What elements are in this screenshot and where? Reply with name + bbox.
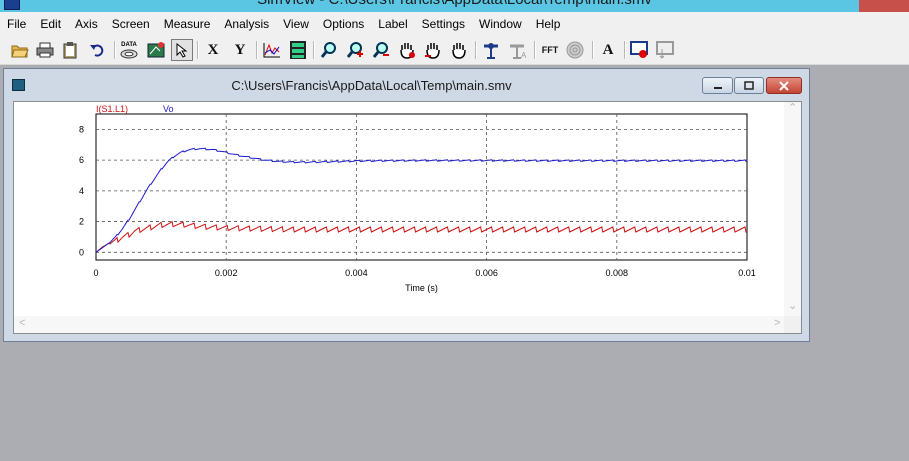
zoom-icon[interactable]	[318, 39, 340, 61]
x-tick-label: 0.006	[475, 268, 498, 278]
text-icon[interactable]: A	[597, 39, 619, 61]
x-tick-label: 0.01	[738, 268, 756, 278]
scroll-up-icon[interactable]: ⌃	[788, 101, 797, 114]
vertical-scrollbar[interactable]: ⌃ ⌄	[784, 102, 801, 317]
app-close-button[interactable]	[859, 0, 909, 12]
menu-file[interactable]: File	[0, 12, 33, 36]
menu-view[interactable]: View	[276, 12, 316, 36]
zoom-in-icon[interactable]	[344, 39, 366, 61]
y-tick-label: 4	[79, 186, 84, 196]
size-grip[interactable]	[784, 316, 801, 333]
svg-text:A: A	[521, 51, 527, 59]
minimize-icon	[713, 86, 722, 89]
menu-axis[interactable]: Axis	[68, 12, 105, 36]
menu-window[interactable]: Window	[472, 12, 529, 36]
restore-icon	[744, 80, 754, 90]
select-arrow-icon[interactable]	[171, 39, 193, 61]
menu-analysis[interactable]: Analysis	[217, 12, 276, 36]
clipboard-icon[interactable]	[59, 39, 81, 61]
menu-edit[interactable]: Edit	[33, 12, 68, 36]
menu-options[interactable]: Options	[316, 12, 371, 36]
x-tick-label: 0.004	[345, 268, 368, 278]
menu-screen[interactable]: Screen	[105, 12, 157, 36]
scroll-down-icon[interactable]: ⌄	[788, 299, 797, 312]
marker-icon[interactable]	[480, 39, 502, 61]
undo-icon[interactable]	[86, 39, 108, 61]
chart-icon[interactable]	[261, 39, 283, 61]
series-i-s1-l1-line	[95, 220, 748, 253]
menu-help[interactable]: Help	[529, 12, 568, 36]
document-titlebar: C:\Users\Francis\AppData\Local\Temp\main…	[4, 69, 809, 99]
record-icon[interactable]	[629, 39, 651, 61]
app-titlebar: SimView - C:\Users\Francis\AppData\Local…	[0, 0, 909, 12]
spectrum-icon[interactable]	[564, 39, 586, 61]
text-marker-icon[interactable]: A	[506, 39, 528, 61]
app-title: SimView - C:\Users\Francis\AppData\Local…	[0, 0, 909, 8]
menu-label[interactable]: Label	[371, 12, 414, 36]
document-window: C:\Users\Francis\AppData\Local\Temp\main…	[3, 68, 810, 342]
x-tick-label: 0.008	[606, 268, 629, 278]
x-tick-label: 0.002	[215, 268, 238, 278]
menu-settings[interactable]: Settings	[415, 12, 472, 36]
document-title: C:\Users\Francis\AppData\Local\Temp\main…	[231, 78, 512, 93]
print-icon[interactable]	[34, 39, 56, 61]
maximize-button[interactable]	[734, 77, 764, 94]
series-vo-line	[95, 147, 748, 253]
close-button[interactable]	[766, 77, 802, 94]
waveform-chart[interactable]: 0 0.002 0.004 0.006 0.008 0.01 0 2 4 6 8 Time (s) I(…	[14, 102, 784, 316]
fft-icon[interactable]: FFT	[539, 39, 561, 61]
menu-bar: File Edit Axis Screen Measure Analysis V…	[0, 12, 909, 36]
minimize-button[interactable]	[702, 77, 733, 94]
legend-vo: Vo	[163, 104, 174, 114]
toolbar: DATA X Y A FFT A	[0, 36, 909, 65]
menu-measure[interactable]: Measure	[157, 12, 218, 36]
horizontal-scrollbar[interactable]: < >	[14, 316, 786, 333]
plot-area: 0 0.002 0.004 0.006 0.008 0.01 0 2 4 6 8 Time (s) I(…	[13, 101, 802, 334]
scroll-left-icon[interactable]: <	[19, 317, 25, 329]
legend-i-s1-l1: I(S1.L1)	[96, 104, 128, 114]
y-axis-icon[interactable]: Y	[229, 39, 251, 61]
open-icon[interactable]	[9, 39, 31, 61]
x-axis-icon[interactable]: X	[202, 39, 224, 61]
x-axis-label: Time (s)	[405, 283, 438, 293]
y-tick-label: 2	[79, 217, 84, 227]
data-icon[interactable]: DATA	[118, 39, 140, 61]
y-tick-label: 6	[79, 155, 84, 165]
layout-icon[interactable]	[287, 39, 309, 61]
close-icon	[779, 80, 789, 91]
pan-icon[interactable]	[396, 39, 418, 61]
y-tick-label: 0	[79, 247, 84, 257]
svg-text:DATA: DATA	[121, 42, 137, 48]
y-tick-label: 8	[79, 124, 84, 134]
pan-x-icon[interactable]	[422, 39, 444, 61]
scroll-right-icon[interactable]: >	[774, 317, 780, 329]
zoom-out-icon[interactable]	[370, 39, 392, 61]
graph-icon[interactable]	[655, 39, 677, 61]
pan-y-icon[interactable]	[448, 39, 470, 61]
plot-frame	[95, 113, 748, 261]
x-tick-label: 0	[93, 268, 98, 278]
screen-setup-icon[interactable]	[145, 39, 167, 61]
